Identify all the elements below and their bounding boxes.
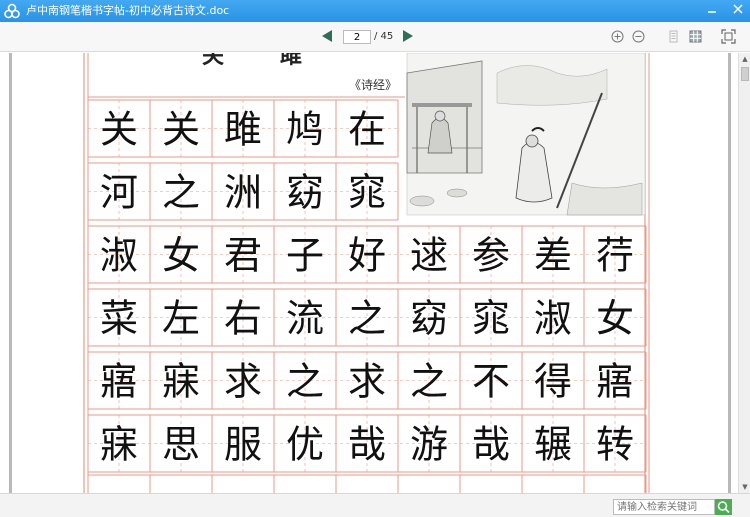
zoom-in-icon[interactable] — [611, 30, 624, 43]
poem-title-char-1: 关 — [202, 53, 224, 69]
copybook-char: 淑 — [100, 234, 138, 278]
copybook-char: 鸠 — [286, 108, 324, 152]
copybook-char: 辗 — [534, 423, 572, 467]
copybook-char: 不 — [472, 360, 510, 404]
copybook-char: 寤 — [596, 360, 634, 404]
title-bar: 卢中南钢笔楷书字帖-初中必背古诗文.doc — [0, 0, 750, 22]
page-border-right — [728, 53, 731, 493]
copybook-char: 求 — [348, 360, 386, 404]
copybook-char: 左 — [162, 297, 200, 341]
copybook-char: 窕 — [348, 171, 386, 215]
toolbar: / 45 — [0, 22, 750, 52]
poem-source: 《诗经》 — [349, 78, 397, 92]
app-logo-icon — [4, 3, 20, 19]
copybook-char: 荇 — [596, 234, 634, 278]
window-title: 卢中南钢笔楷书字帖-初中必背古诗文.doc — [26, 4, 230, 17]
copybook-char: 君 — [224, 234, 262, 278]
copybook-char: 雎 — [224, 108, 262, 152]
copybook-char: 寐 — [162, 360, 200, 404]
copybook-char: 窈 — [410, 297, 448, 341]
copybook-char: 洲 — [224, 171, 262, 215]
copybook-char: 服 — [224, 423, 262, 467]
copybook-char: 窕 — [472, 297, 510, 341]
minimize-icon — [708, 11, 716, 13]
copybook-char: 在 — [348, 108, 386, 152]
copybook-char: 女 — [162, 234, 200, 278]
copybook-char: 之 — [286, 360, 324, 404]
document-view[interactable]: 关 雎 《诗经》 关 关 雎 鸠 在 河 之 洲 窈 窕 淑 女 君 子 好 逑… — [0, 53, 738, 493]
copybook-char: 流 — [286, 297, 324, 341]
poem-illustration — [406, 53, 646, 216]
minimize-button[interactable] — [700, 0, 724, 22]
previous-page-button[interactable] — [322, 30, 332, 42]
copybook-char: 转 — [596, 423, 634, 467]
copybook-char: 之 — [348, 297, 386, 341]
next-page-button[interactable] — [403, 30, 413, 42]
copybook-char: 逑 — [410, 234, 448, 278]
copybook-char: 淑 — [534, 297, 572, 341]
copybook-char: 河 — [100, 171, 138, 215]
scrollbar-thumb[interactable] — [741, 67, 749, 81]
copybook-char: 差 — [534, 234, 572, 278]
copybook-char: 寤 — [100, 360, 138, 404]
copybook-char: 求 — [224, 360, 262, 404]
copybook-char: 参 — [472, 234, 510, 278]
copybook-char: 好 — [348, 234, 386, 278]
copybook-char: 关 — [100, 108, 138, 152]
close-icon — [733, 4, 743, 14]
copybook-char: 哉 — [472, 423, 510, 467]
copybook-char: 思 — [162, 423, 200, 467]
single-page-icon[interactable] — [667, 30, 680, 43]
close-button[interactable] — [726, 0, 750, 22]
status-bar — [0, 493, 750, 517]
page-number-input[interactable] — [343, 30, 371, 44]
copybook-char: 女 — [596, 297, 634, 341]
search-icon — [717, 501, 730, 514]
copybook-char: 之 — [162, 171, 200, 215]
scroll-up-icon[interactable]: ▲ — [741, 55, 749, 63]
copybook-char: 哉 — [348, 423, 386, 467]
copybook-char: 右 — [224, 297, 262, 341]
fullscreen-icon[interactable] — [721, 29, 736, 44]
vertical-scrollbar[interactable]: ▲ ▼ — [738, 53, 750, 493]
scroll-down-icon[interactable]: ▼ — [741, 483, 749, 491]
document-page: 关 雎 《诗经》 关 关 雎 鸠 在 河 之 洲 窈 窕 淑 女 君 子 好 逑… — [12, 53, 728, 493]
search-button[interactable] — [715, 499, 732, 515]
poem-title-char-2: 雎 — [280, 53, 302, 69]
zoom-out-icon[interactable] — [632, 30, 645, 43]
copybook-char: 寐 — [100, 423, 138, 467]
search-input[interactable] — [613, 499, 715, 515]
thumbnail-grid-icon[interactable] — [689, 30, 702, 43]
copybook-char: 优 — [286, 423, 324, 467]
copybook-char: 窈 — [286, 171, 324, 215]
copybook-char: 得 — [534, 360, 572, 404]
copybook-char: 游 — [410, 423, 448, 467]
copybook-char: 菜 — [100, 297, 138, 341]
copybook-char: 之 — [410, 360, 448, 404]
copybook-char: 关 — [162, 108, 200, 152]
copybook-char: 子 — [286, 234, 324, 278]
copybook-grid: 关 雎 《诗经》 关 关 雎 鸠 在河 之 洲 窈 窕淑 女 君 子 好 逑 参… — [83, 53, 650, 493]
page-total: / 45 — [374, 31, 394, 42]
